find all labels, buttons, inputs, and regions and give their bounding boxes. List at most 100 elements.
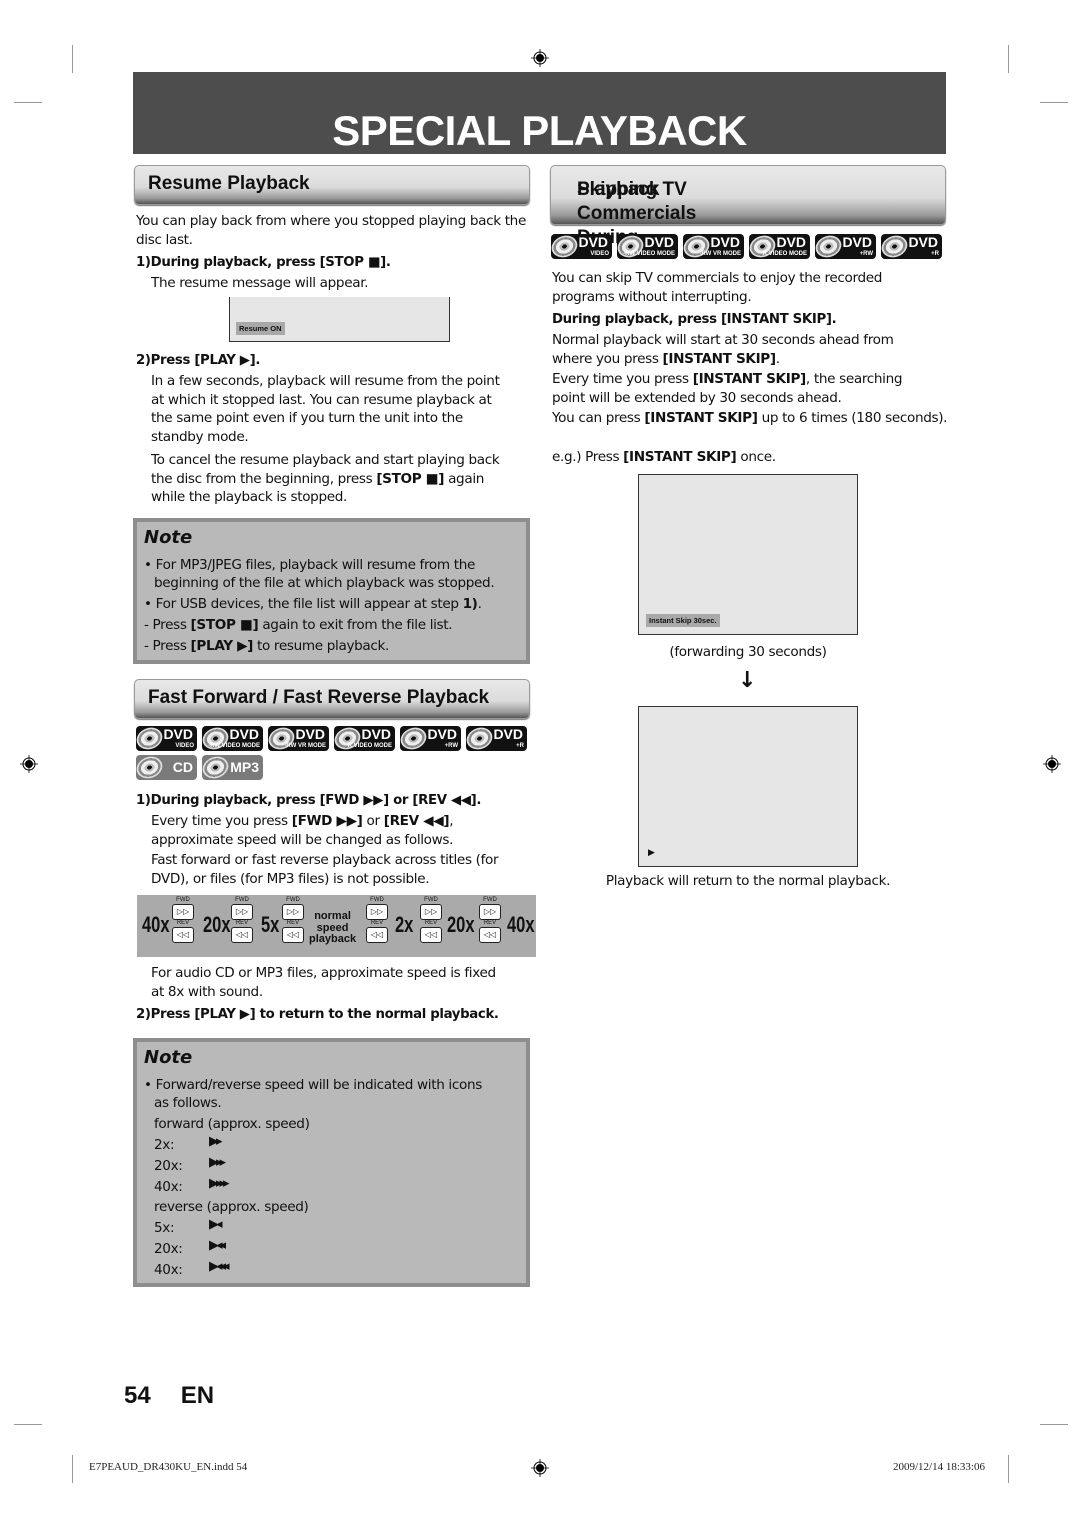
ff-step-1: 1)During playback, press [FWD ▶▶] or [RE… [136,793,482,808]
speed-label: 2x [395,912,414,937]
page-banner: SPECIAL PLAYBACK [133,72,946,154]
fwd-rev-buttons: FWD ▷▷ REV ◁◁ [171,897,195,943]
fwd-key-icon: ▷▷ [366,904,388,920]
crop-mark [14,102,42,103]
fwd-key-icon: ▷▷ [479,904,501,920]
note-title: Note [144,527,193,548]
disc-compat-badges-audio: CD MP3 [136,755,263,780]
fwd-rev-buttons: FWD ▷▷ REV ◁◁ [230,897,254,943]
speed-5x-label: 5x: [154,1220,175,1236]
rev-key-icon: ◁◁ [172,927,194,943]
forward-40x-icon: ▶▸▸▸ [209,1176,230,1191]
forward-2x-icon: ▶▸ [209,1134,222,1149]
reverse-40x-icon: ▶◂◂◂ [209,1259,230,1274]
rev-key-icon: ◁◁ [282,927,304,943]
speed-2x-label: 2x: [154,1137,175,1153]
fwd-rev-buttons: FWD ▷▷ REV ◁◁ [478,897,502,943]
disc-compat-badges: DVD VIDEO DVD -RW VIDEO MODE DVD -RW VR MOD… [551,234,942,259]
dvd-plus-rw-icon: DVD +RW [815,234,876,259]
fwd-rev-buttons: FWD ▷▷ REV ◁◁ [419,897,443,943]
reverse-label: reverse (approx. speed) [154,1199,309,1215]
speed-40x-label: 40x: [154,1262,183,1278]
dvd-video-icon: DVD VIDEO [551,234,612,259]
fwd-rev-buttons: FWD ▷▷ REV ◁◁ [281,897,305,943]
forward-20x-icon: ▶▸▸ [209,1155,226,1170]
registration-mark-icon [531,1459,549,1477]
rev-key-icon: ◁◁ [420,927,442,943]
fwd-key-icon: ▷▷ [282,904,304,920]
crop-mark [1008,1455,1009,1483]
section-title: Fast Forward / Fast Reverse Playback [148,687,490,708]
disc-compat-badges: DVD VIDEO DVD -RW VIDEO MODE DVD -RW VR MOD… [136,726,527,751]
tv-screen-resume: Resume ON [229,297,450,342]
note-item: • For USB devices, the file list will ap… [144,596,482,612]
dvd-r-video-mode-icon: DVD -R VIDEO MODE [334,726,395,751]
ff-step-2: 2)Press [PLAY ▶] to return to the normal… [136,1007,499,1022]
section-header-skip: Skipping TV Commercials DuringPlayback [550,165,946,248]
note-box-resume: Note • For MP3/JPEG files, playback will… [133,518,530,664]
dvd-plus-r-icon: DVD +R [881,234,942,259]
skip-example: e.g.) Press [INSTANT SKIP] once. [552,449,776,465]
note-item: • Forward/reverse speed will be indicate… [144,1077,482,1093]
note-item: as follows. [154,1095,222,1111]
speed-label: 40x [142,912,170,937]
dvd-rw-video-mode-icon: DVD -RW VIDEO MODE [617,234,678,259]
slug-timestamp: 2009/12/14 18:33:06 [893,1461,985,1473]
osd-message: Resume ON [236,322,285,335]
dvd-rw-vr-mode-icon: DVD -RW VR MODE [268,726,329,751]
osd-message: Instant Skip 30sec. [646,614,720,627]
speed-label: 5x [261,912,280,937]
audio-speed-note: For audio CD or MP3 files, approximate s… [151,965,496,1000]
fwd-key-icon: ▷▷ [420,904,442,920]
rev-key-icon: ◁◁ [366,927,388,943]
normal-speed-label: normal speed playback [309,910,357,945]
rev-key-icon: ◁◁ [479,927,501,943]
note-item: • For MP3/JPEG files, playback will resu… [144,557,476,573]
page-number: 54 EN [124,1382,215,1409]
tv-screen-instant-skip: Instant Skip 30sec. [638,474,858,635]
reverse-20x-icon: ▶◂◂ [209,1238,226,1253]
resume-intro: You can play back from where you stopped… [136,213,526,248]
speed-diagram: 40x 20x 5x normal speed playback 2x 20x 40… [137,895,536,957]
play-icon: ▶ [648,848,655,858]
page-title: SPECIAL PLAYBACK [332,107,747,154]
dvd-rw-video-mode-icon: DVD -RW VIDEO MODE [202,726,263,751]
resume-step-2: 2)Press [PLAY ▶]. [136,353,261,368]
note-item: - Press [PLAY ▶] to resume playback. [144,638,390,654]
speed-20x-label: 20x: [154,1241,183,1257]
note-item: beginning of the file at which playback … [154,575,495,591]
crop-mark [72,45,73,73]
fwd-rev-buttons: FWD ▷▷ REV ◁◁ [365,897,389,943]
dvd-rw-vr-mode-icon: DVD -RW VR MODE [683,234,744,259]
cd-icon: CD [136,755,197,780]
section-title: Resume Playback [148,173,310,194]
ff-step-1-detail: Every time you press [FWD ▶▶] or [REV ◀◀… [151,813,499,887]
section-header-fast-forward: Fast Forward / Fast Reverse Playback [134,679,530,719]
registration-mark-icon [20,755,38,773]
resume-step-2-detail: In a few seconds, playback will resume f… [151,373,500,505]
registration-mark-icon [1043,755,1061,773]
dvd-video-icon: DVD VIDEO [136,726,197,751]
resume-step-1-detail: The resume message will appear. [151,275,369,291]
dvd-plus-rw-icon: DVD +RW [400,726,461,751]
forward-label: forward (approx. speed) [154,1116,310,1132]
mp3-icon: MP3 [202,755,263,780]
speed-40x-label: 40x: [154,1179,183,1195]
crop-mark [14,1424,42,1425]
skip-detail: Normal playback will start at 30 seconds… [552,332,948,426]
caption-forwarding: (forwarding 30 seconds) [669,644,827,660]
rev-key-icon: ◁◁ [231,927,253,943]
note-item: - Press [STOP ■] again to exit from the … [144,617,453,633]
speed-label: 20x [447,912,475,937]
caption-normal-playback: Playback will return to the normal playb… [605,873,891,889]
skip-intro: You can skip TV commercials to enjoy the… [552,270,883,305]
tv-screen-normal-playback: ▶ [638,706,858,867]
fwd-key-icon: ▷▷ [231,904,253,920]
speed-20x-label: 20x: [154,1158,183,1174]
slug-filename: E7PEAUD_DR430KU_EN.indd 54 [89,1461,248,1473]
crop-mark [1040,102,1068,103]
dvd-plus-r-icon: DVD +R [466,726,527,751]
note-title: Note [144,1047,193,1068]
crop-mark [72,1455,73,1483]
skip-step: During playback, press [INSTANT SKIP]. [552,312,837,327]
